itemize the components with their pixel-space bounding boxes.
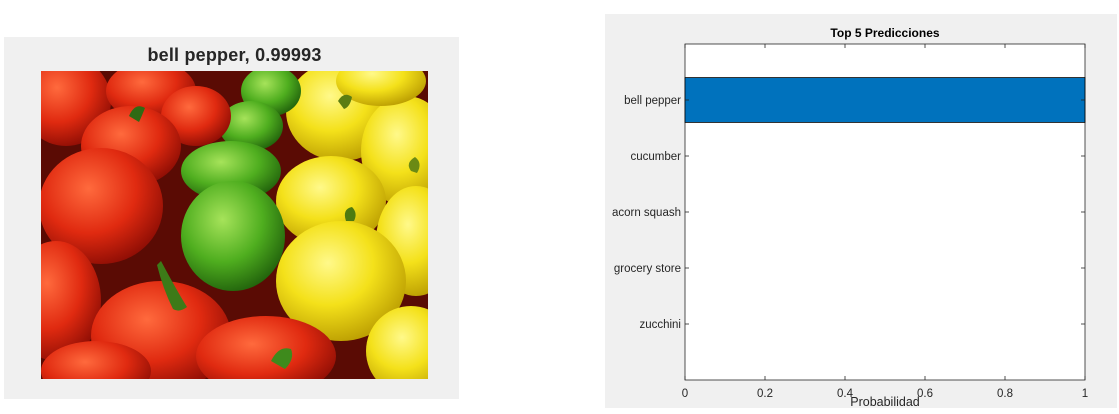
bell-peppers-photo (41, 71, 428, 379)
bar-bell-pepper (684, 77, 1086, 123)
x-tick-label: 0.6 (917, 388, 933, 400)
peppers-illustration (41, 71, 428, 379)
top5-bar-chart: Top 5 Predicciones Probabilidad bell pep… (612, 26, 1088, 408)
y-tick-label: acorn squash (612, 207, 681, 219)
x-tick-label: 0.2 (757, 388, 773, 400)
y-tick-label: grocery store (614, 263, 681, 275)
x-tick-label: 0.4 (837, 388, 854, 400)
chart-figure-panel: Top 5 Predicciones Probabilidad bell pep… (605, 14, 1117, 408)
chart-title: Top 5 Predicciones (830, 26, 939, 40)
x-tick-label: 0.8 (997, 388, 1013, 400)
x-tick-label: 1 (1082, 388, 1088, 400)
x-tick-label: 0 (682, 388, 688, 400)
y-tick-label: cucumber (631, 151, 682, 163)
figure-window: bell pepper, 0.99993 Top 5 Predicciones … (0, 0, 1119, 414)
x-axis-label: Probabilidad (850, 395, 920, 408)
y-tick-label: bell pepper (624, 95, 681, 107)
y-tick-label: zucchini (639, 319, 681, 331)
bars-group (684, 77, 1086, 123)
image-title: bell pepper, 0.99993 (147, 45, 322, 65)
